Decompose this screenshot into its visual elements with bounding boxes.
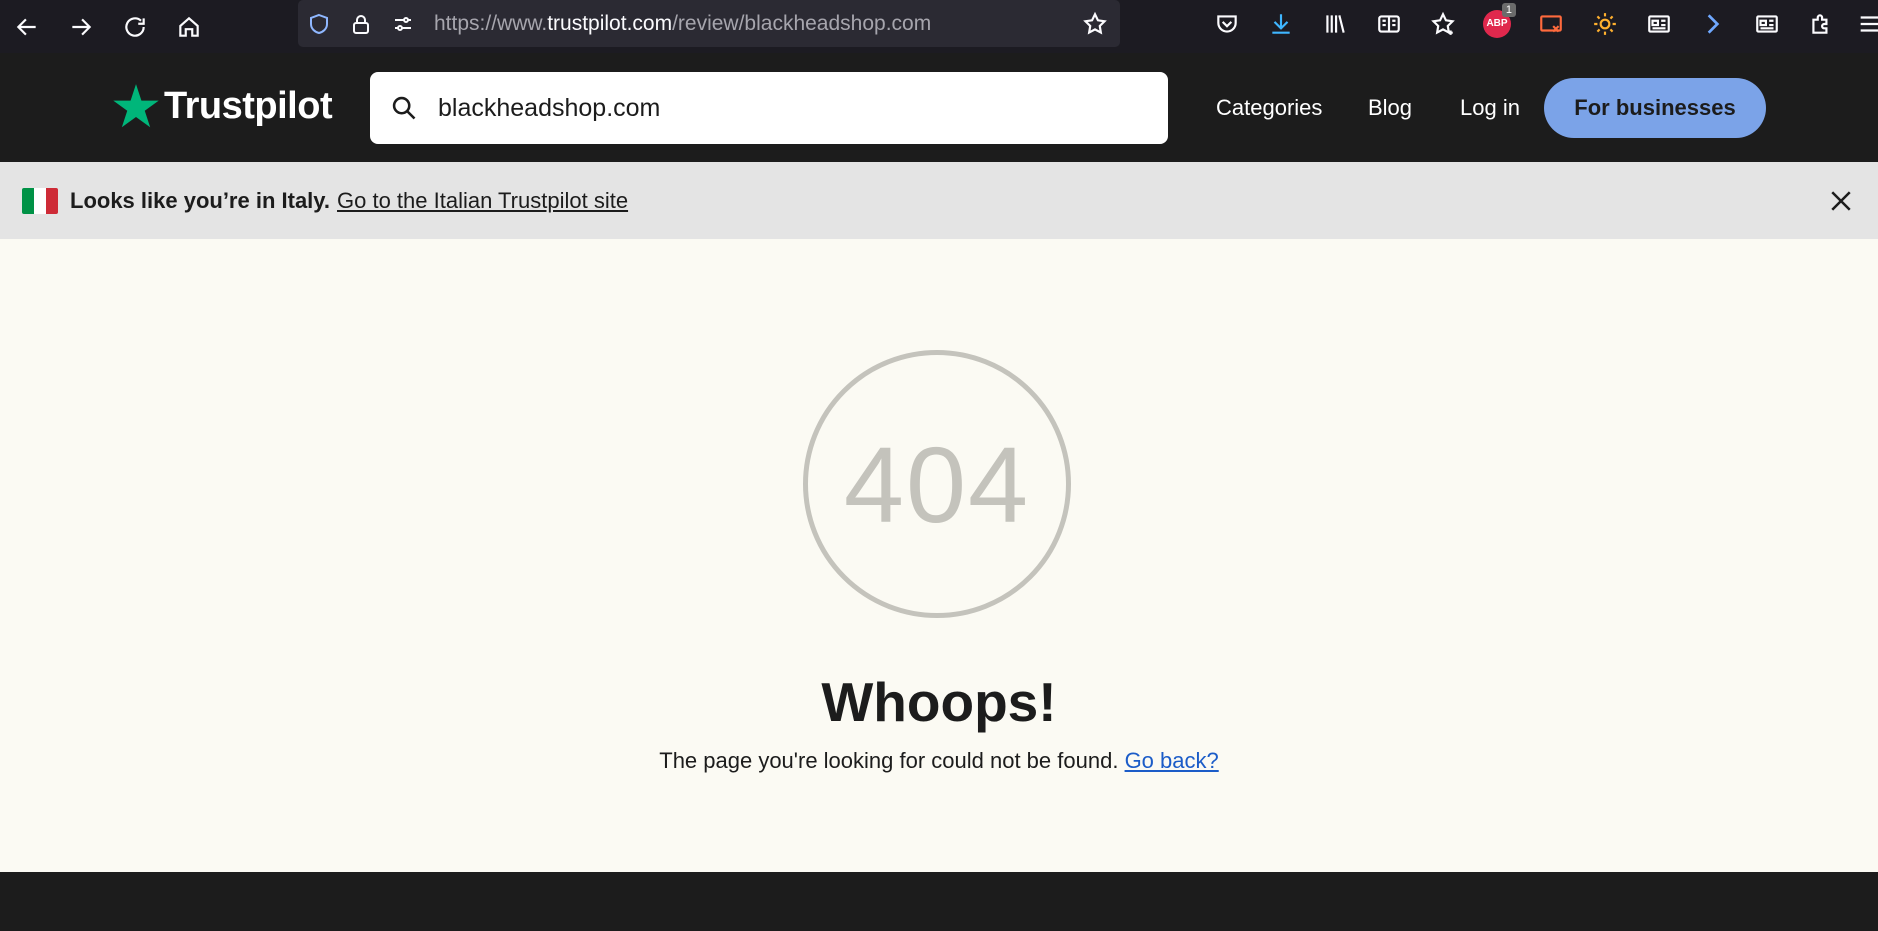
- sun-extension-icon[interactable]: [1578, 0, 1632, 47]
- url-prefix: https://www.: [434, 11, 548, 35]
- extension-star-icon[interactable]: [1416, 0, 1470, 47]
- bookmark-star-icon[interactable]: [1070, 0, 1120, 47]
- site-footer: [0, 872, 1878, 931]
- extensions-toolbar: ABP 1: [1200, 0, 1878, 47]
- nav-categories[interactable]: Categories: [1216, 53, 1322, 162]
- error-404-illustration: 404: [803, 350, 1071, 618]
- nav-blog[interactable]: Blog: [1368, 53, 1412, 162]
- arrow-extension-icon[interactable]: [1686, 0, 1740, 47]
- nav-login[interactable]: Log in: [1460, 53, 1520, 162]
- logo-star-icon: [113, 84, 159, 128]
- page-title: Whoops!: [821, 671, 1057, 733]
- extensions-puzzle-icon[interactable]: [1794, 0, 1848, 47]
- locale-banner: Looks like you’re in Italy. Go to the It…: [0, 162, 1878, 239]
- news-icon[interactable]: [1632, 0, 1686, 47]
- site-header: Trustpilot blackheadshop.com Categories …: [0, 53, 1878, 162]
- trustpilot-logo[interactable]: Trustpilot: [110, 81, 333, 131]
- search-value: blackheadshop.com: [438, 93, 661, 122]
- reload-icon[interactable]: [108, 0, 162, 53]
- logo-text: Trustpilot: [164, 84, 333, 127]
- reader-view-icon[interactable]: [1362, 0, 1416, 47]
- browser-toolbar: https://www.trustpilot.com/review/blackh…: [0, 0, 1878, 53]
- downloads-icon[interactable]: [1254, 0, 1308, 47]
- search-input[interactable]: blackheadshop.com: [370, 72, 1168, 144]
- url-host: trustpilot.com: [547, 11, 673, 35]
- url-bar[interactable]: https://www.trustpilot.com/review/blackh…: [298, 0, 1120, 47]
- shield-icon[interactable]: [298, 0, 340, 47]
- close-icon[interactable]: [1826, 186, 1856, 216]
- abp-count: 1: [1501, 3, 1516, 17]
- back-icon[interactable]: [0, 0, 54, 53]
- menu-icon[interactable]: [1848, 0, 1878, 47]
- screen-share-icon[interactable]: [1524, 0, 1578, 47]
- italy-flag-icon: [22, 187, 58, 214]
- lock-icon[interactable]: [340, 0, 382, 47]
- news-icon-2[interactable]: [1740, 0, 1794, 47]
- permissions-icon[interactable]: [382, 0, 424, 47]
- home-icon[interactable]: [162, 0, 216, 53]
- forward-icon[interactable]: [54, 0, 108, 53]
- error-message: The page you're looking for could not be…: [0, 748, 1878, 774]
- error-code: 404: [843, 423, 1031, 545]
- search-icon: [392, 96, 416, 120]
- banner-message: Looks like you’re in Italy.: [70, 187, 331, 213]
- library-icon[interactable]: [1308, 0, 1362, 47]
- pocket-icon[interactable]: [1200, 0, 1254, 47]
- url-text[interactable]: https://www.trustpilot.com/review/blackh…: [434, 12, 1070, 36]
- for-businesses-button[interactable]: For businesses: [1544, 78, 1766, 138]
- go-back-link[interactable]: Go back?: [1125, 748, 1219, 773]
- italian-site-link[interactable]: Go to the Italian Trustpilot site: [337, 188, 628, 214]
- error-message-text: The page you're looking for could not be…: [659, 748, 1119, 773]
- url-path: /review/blackheadshop.com: [672, 11, 932, 35]
- adblock-plus-icon[interactable]: ABP 1: [1470, 0, 1524, 47]
